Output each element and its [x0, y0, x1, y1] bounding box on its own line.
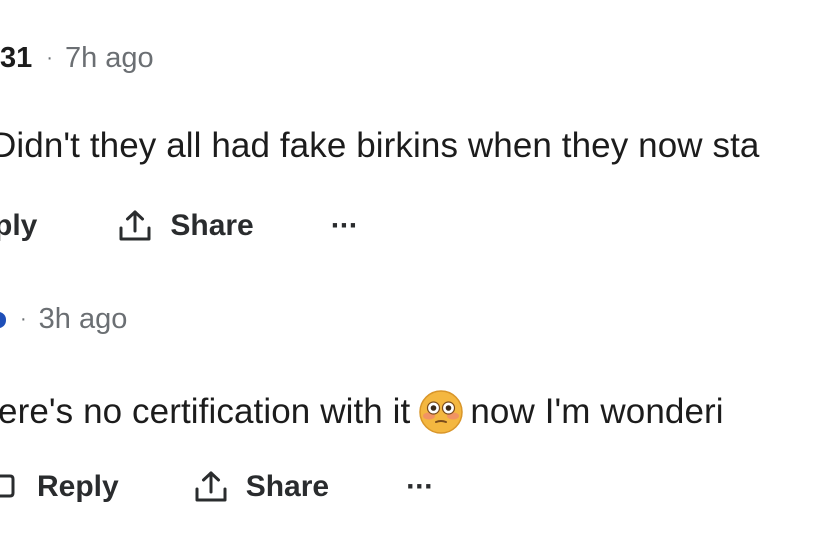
meta-separator: ·	[20, 308, 27, 330]
comment-thread: 31 · 7h ago Didn't they all had fake bir…	[0, 0, 822, 537]
reply-label: Reply	[37, 470, 119, 503]
avatar[interactable]	[0, 306, 6, 334]
comment-timestamp[interactable]: 3h ago	[39, 303, 128, 336]
meta-separator: ·	[46, 47, 53, 69]
comment-body: Didn't they all had fake birkins when th…	[0, 126, 760, 165]
flushed-face-icon	[418, 389, 464, 435]
comment-body-text: ere's no certification with it	[0, 392, 411, 431]
comment-author[interactable]: 31	[0, 42, 32, 75]
reply-label: ply	[0, 209, 38, 242]
comment-body: ere's no certification with it now I'm w…	[0, 389, 724, 435]
comment-timestamp[interactable]: 7h ago	[65, 42, 154, 75]
share-label: Share	[245, 470, 330, 503]
share-button[interactable]: Share	[115, 206, 254, 246]
comment-actions: ply Share ···	[0, 206, 359, 246]
share-label: Share	[170, 209, 254, 242]
more-options-button[interactable]: ···	[331, 209, 359, 243]
reply-button[interactable]: ply	[0, 209, 37, 243]
share-button[interactable]: Share	[191, 467, 329, 507]
comment-body-text-continued: now I'm wonderi	[470, 392, 724, 431]
comment-actions: Reply Share ···	[0, 467, 434, 507]
more-options-button[interactable]: ···	[406, 470, 434, 504]
comment-icon	[0, 467, 20, 507]
comment-meta: 31 · 7h ago	[0, 42, 154, 75]
comment-meta: · 3h ago	[0, 303, 127, 336]
share-icon	[115, 206, 155, 246]
share-icon	[191, 467, 231, 507]
reply-button[interactable]: Reply	[0, 467, 119, 507]
